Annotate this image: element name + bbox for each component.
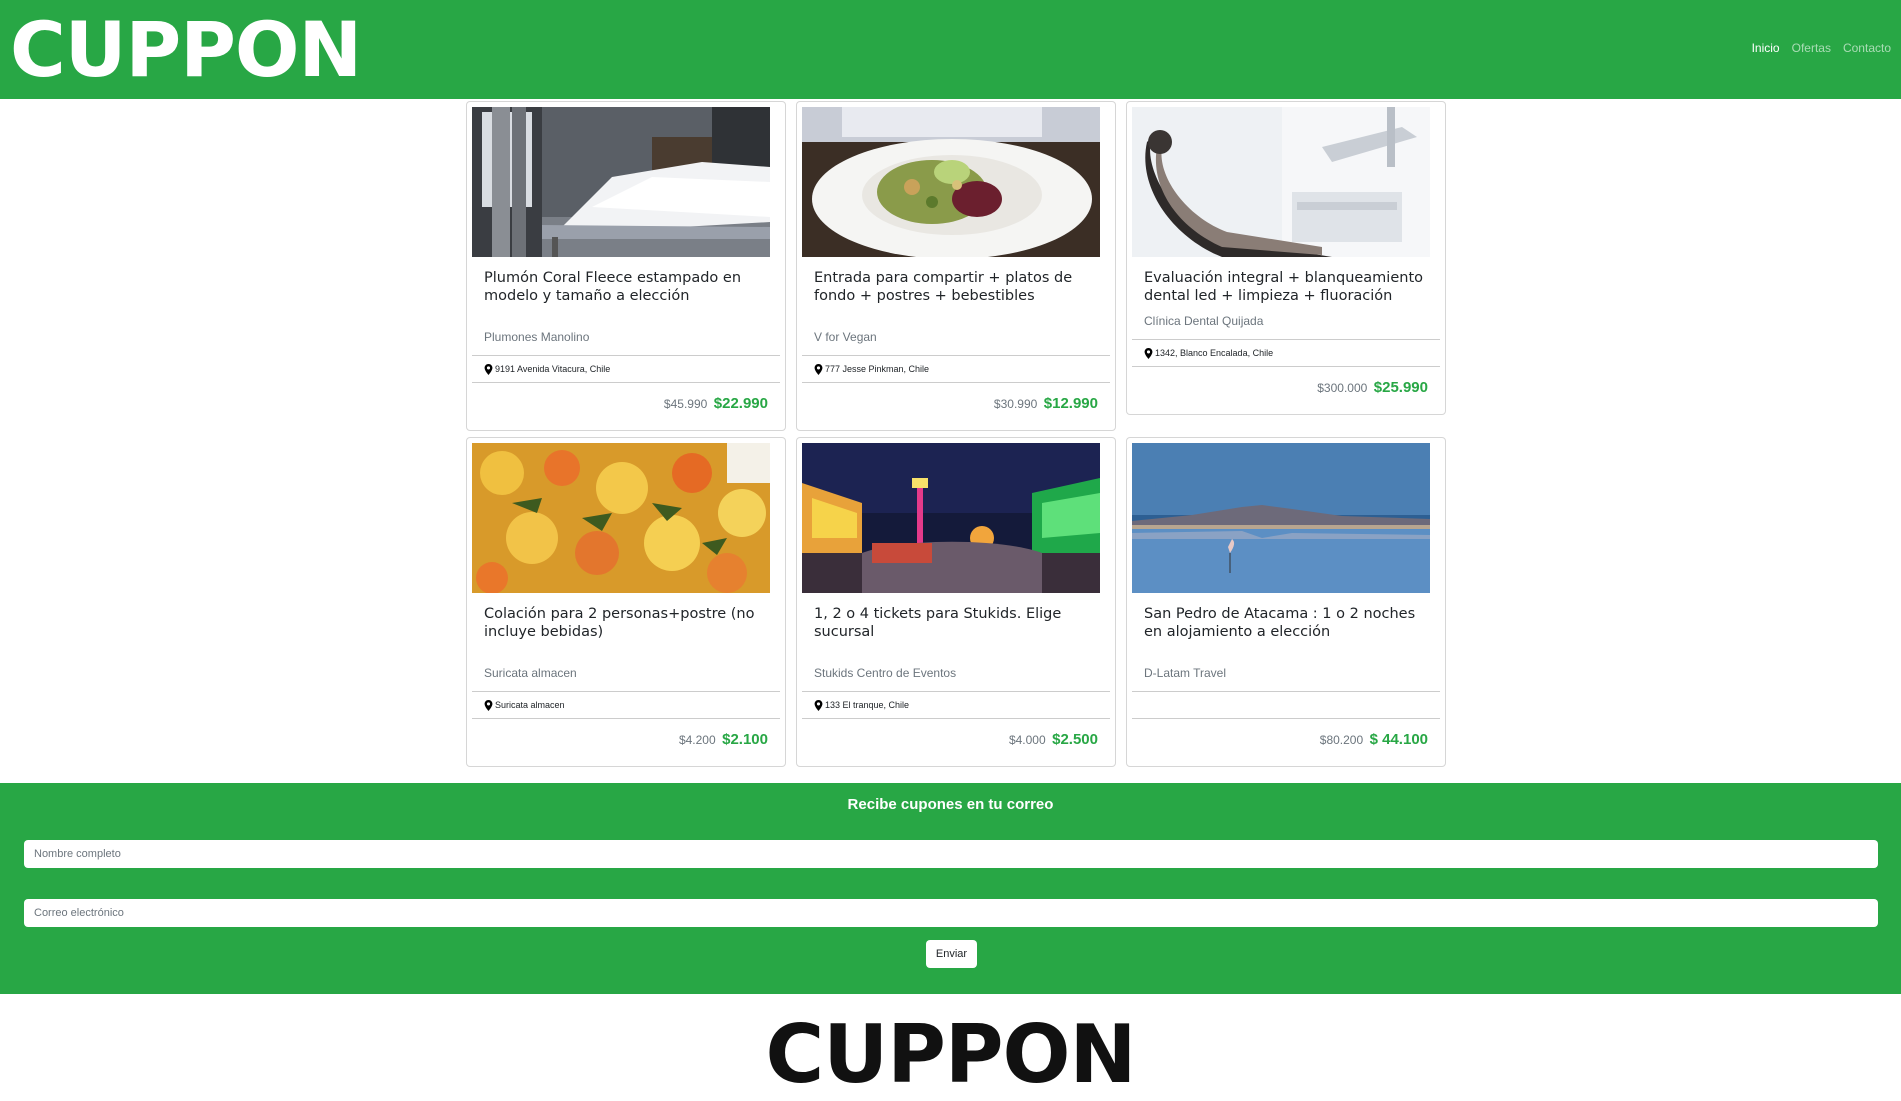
map-marker-icon <box>814 363 823 375</box>
deal-new-price: $25.990 <box>1373 379 1428 396</box>
nav-link-inicio[interactable]: Inicio <box>1752 41 1780 55</box>
deal-price: $4.000 $2.500 <box>802 719 1110 761</box>
deal-card[interactable]: Entrada para compartir + platos de fondo… <box>796 101 1116 431</box>
deal-card[interactable]: Evaluación integral + blanqueamiento den… <box>1126 101 1446 415</box>
deal-card[interactable]: San Pedro de Atacama : 1 o 2 noches en a… <box>1126 437 1446 767</box>
deal-old-price: $4.200 <box>678 733 716 747</box>
deal-old-price: $30.990 <box>993 397 1038 411</box>
deal-image <box>802 443 1100 593</box>
deal-merchant: Clínica Dental Quijada <box>1144 314 1264 328</box>
nav-link-ofertas[interactable]: Ofertas <box>1792 41 1831 55</box>
deal-location: 777 Jesse Pinkman, Chile <box>802 355 1110 383</box>
deal-merchant: V for Vegan <box>814 330 877 344</box>
deal-location: 1342, Blanco Encalada, Chile <box>1132 339 1440 367</box>
name-input[interactable] <box>24 840 1878 868</box>
deal-image <box>472 443 770 593</box>
deals-grid: Plumón Coral Fleece estampado en modelo … <box>466 101 1446 767</box>
deal-image <box>472 107 770 257</box>
deal-title[interactable]: Entrada para compartir + platos de fondo… <box>814 269 1098 305</box>
deal-location-text: Suricata almacen <box>495 700 565 710</box>
map-marker-icon <box>1144 347 1153 359</box>
deal-title[interactable]: Evaluación integral + blanqueamiento den… <box>1144 269 1428 305</box>
deal-title[interactable]: Colación para 2 personas+postre (no incl… <box>484 605 768 641</box>
deal-card[interactable]: 1, 2 o 4 tickets para Stukids. Elige suc… <box>796 437 1116 767</box>
deal-card[interactable]: Colación para 2 personas+postre (no incl… <box>466 437 786 767</box>
deal-location-text: 9191 Avenida Vitacura, Chile <box>495 364 611 374</box>
map-marker-icon <box>814 699 823 711</box>
nav-link-contacto[interactable]: Contacto <box>1843 41 1891 55</box>
nav-links: Inicio Ofertas Contacto <box>1752 41 1891 55</box>
deal-location: 9191 Avenida Vitacura, Chile <box>472 355 780 383</box>
deal-title[interactable]: San Pedro de Atacama : 1 o 2 noches en a… <box>1144 605 1428 641</box>
deal-location: Suricata almacen <box>472 691 780 719</box>
deal-price: $4.200 $2.100 <box>472 719 780 761</box>
map-marker-icon <box>484 363 493 375</box>
footer-logo: CUPPON <box>765 1008 1137 1101</box>
map-marker-icon <box>484 699 493 711</box>
deal-location-text: 1342, Blanco Encalada, Chile <box>1155 348 1274 358</box>
deal-location <box>1132 691 1440 719</box>
newsletter-section: Recibe cupones en tu correo Enviar <box>0 783 1901 994</box>
deal-old-price: $80.200 <box>1319 733 1364 747</box>
deal-new-price: $ 44.100 <box>1369 731 1428 748</box>
deal-image <box>1132 107 1430 257</box>
deal-old-price: $45.990 <box>663 397 708 411</box>
newsletter-title: Recibe cupones en tu correo <box>847 796 1054 813</box>
deal-new-price: $22.990 <box>713 395 768 412</box>
deal-title[interactable]: Plumón Coral Fleece estampado en modelo … <box>484 269 768 305</box>
submit-button[interactable]: Enviar <box>926 940 977 968</box>
deal-location: 133 El tranque, Chile <box>802 691 1110 719</box>
deal-old-price: $300.000 <box>1317 381 1368 395</box>
deal-new-price: $12.990 <box>1043 395 1098 412</box>
deal-price: $80.200 $ 44.100 <box>1132 719 1440 761</box>
deal-old-price: $4.000 <box>1008 733 1046 747</box>
deal-new-price: $2.500 <box>1052 731 1098 748</box>
deal-image <box>802 107 1100 257</box>
deal-title[interactable]: 1, 2 o 4 tickets para Stukids. Elige suc… <box>814 605 1098 641</box>
deal-merchant: D-Latam Travel <box>1144 666 1227 680</box>
deal-merchant: Suricata almacen <box>484 666 577 680</box>
deal-price: $300.000 $25.990 <box>1132 367 1440 409</box>
deal-card[interactable]: Plumón Coral Fleece estampado en modelo … <box>466 101 786 431</box>
deal-merchant: Plumones Manolino <box>484 330 590 344</box>
brand-logo[interactable]: CUPPON <box>10 6 362 94</box>
deal-price: $45.990 $22.990 <box>472 383 780 425</box>
deal-image <box>1132 443 1430 593</box>
deal-price: $30.990 $12.990 <box>802 383 1110 425</box>
deal-merchant: Stukids Centro de Eventos <box>814 666 957 680</box>
deal-location-text: 777 Jesse Pinkman, Chile <box>825 364 930 374</box>
email-input[interactable] <box>24 899 1878 927</box>
deal-new-price: $2.100 <box>722 731 768 748</box>
deal-location-text: 133 El tranque, Chile <box>825 700 910 710</box>
navbar: CUPPON Inicio Ofertas Contacto <box>0 0 1901 99</box>
